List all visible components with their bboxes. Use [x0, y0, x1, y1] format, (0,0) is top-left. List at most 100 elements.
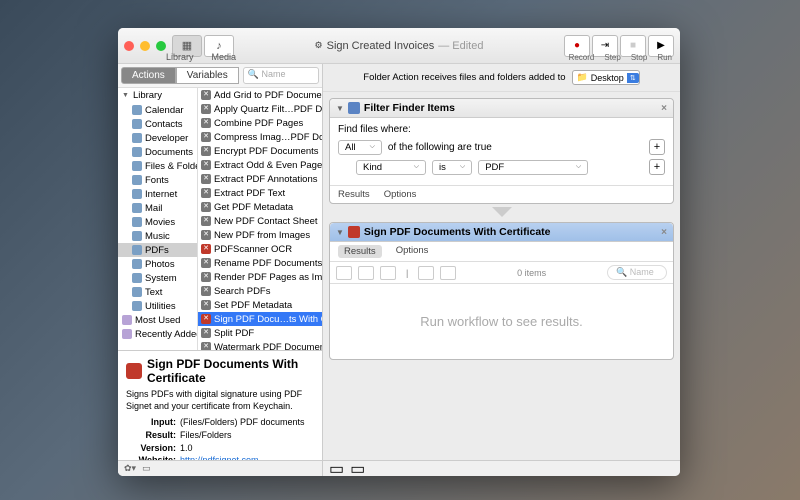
- is-dropdown[interactable]: is⌵: [432, 160, 472, 175]
- action-item[interactable]: ✕Rename PDF Documents: [198, 256, 322, 270]
- type-dropdown[interactable]: PDF⌵: [478, 160, 588, 175]
- add-row-button[interactable]: +: [649, 159, 665, 175]
- of-following-label: of the following are true: [388, 142, 492, 153]
- library-item[interactable]: Music: [118, 229, 197, 243]
- library-root[interactable]: Library: [133, 90, 162, 101]
- list-view-button[interactable]: [358, 266, 374, 280]
- document-icon: ⚙: [315, 40, 323, 51]
- action-item[interactable]: ✕Render PDF Pages as Images: [198, 270, 322, 284]
- library-item[interactable]: PDFs: [118, 243, 197, 257]
- action-item[interactable]: ✕Extract Odd & Even Pages: [198, 158, 322, 172]
- title-text: Sign Created Invoices: [327, 40, 435, 52]
- options-tab[interactable]: Options: [384, 189, 417, 200]
- results-search[interactable]: 🔍 Name: [607, 265, 667, 280]
- step-label: Step: [604, 53, 620, 62]
- icon-view-button[interactable]: [336, 266, 352, 280]
- zoom-button[interactable]: [156, 41, 166, 51]
- detail-title: Sign PDF Documents With Certificate: [147, 357, 314, 385]
- most-used[interactable]: Most Used: [135, 315, 180, 326]
- results-tab[interactable]: Results: [338, 189, 370, 200]
- action-title: Filter Finder Items: [364, 102, 455, 114]
- action-item[interactable]: ✕Extract PDF Annotations: [198, 172, 322, 186]
- library-item[interactable]: Movies: [118, 215, 197, 229]
- action-item[interactable]: ✕Watermark PDF Documents: [198, 340, 322, 350]
- window-title: ⚙ Sign Created Invoices — Edited: [315, 40, 484, 52]
- library-panel: Actions Variables 🔍 Name ▼ Library Calend…: [118, 64, 323, 476]
- action-item[interactable]: ✕Add Grid to PDF Documents: [198, 88, 322, 102]
- pdf-signet-icon: [348, 226, 360, 238]
- action-item[interactable]: ✕Get PDF Metadata: [198, 200, 322, 214]
- action-item[interactable]: ✕Combine PDF Pages: [198, 116, 322, 130]
- library-search[interactable]: 🔍 Name: [243, 67, 319, 84]
- action-item[interactable]: ✕Set PDF Metadata: [198, 298, 322, 312]
- action-item[interactable]: ✕Compress Imag…PDF Documents: [198, 130, 322, 144]
- actions-segment[interactable]: Actions: [121, 67, 176, 84]
- minimize-button[interactable]: [140, 41, 150, 51]
- add-condition-button[interactable]: +: [649, 139, 665, 155]
- folder-dropdown[interactable]: 📁 Desktop ⇅: [572, 70, 640, 85]
- library-item[interactable]: System: [118, 271, 197, 285]
- workflow-footer: ▭ ▭: [323, 460, 680, 476]
- recently-added[interactable]: Recently Added: [135, 329, 198, 340]
- action-item[interactable]: ✕Split PDF: [198, 326, 322, 340]
- action-item[interactable]: ✕Apply Quartz Filt…PDF Documents: [198, 102, 322, 116]
- all-dropdown[interactable]: All⌵: [338, 140, 382, 155]
- workflow-view-button[interactable]: ▭: [350, 459, 365, 477]
- library-tab-label: Library: [166, 52, 194, 62]
- library-item[interactable]: Utilities: [118, 299, 197, 313]
- action-item[interactable]: ✕New PDF Contact Sheet: [198, 214, 322, 228]
- remove-action-button[interactable]: ×: [661, 103, 667, 114]
- library-item[interactable]: Calendar: [118, 103, 197, 117]
- library-item[interactable]: Internet: [118, 187, 197, 201]
- finder-icon: [348, 102, 360, 114]
- gear-icon[interactable]: ✿▾: [124, 463, 136, 474]
- action-item[interactable]: ✕Search PDFs: [198, 284, 322, 298]
- log-button[interactable]: ▭: [329, 459, 344, 477]
- disclosure-icon[interactable]: ▼: [336, 104, 344, 113]
- library-item[interactable]: Documents: [118, 145, 197, 159]
- options-tab[interactable]: Options: [396, 245, 429, 258]
- dropdown-arrow-icon: ⇅: [627, 73, 639, 83]
- library-item[interactable]: Developer: [118, 131, 197, 145]
- library-item[interactable]: Photos: [118, 257, 197, 271]
- detail-version: 1.0: [180, 442, 193, 455]
- library-category-list[interactable]: ▼ Library CalendarContactsDeveloperDocume…: [118, 88, 198, 350]
- detail-desc: Signs PDFs with digital signature using …: [126, 389, 314, 412]
- library-item[interactable]: Files & Folders: [118, 159, 197, 173]
- run-label: Run: [657, 53, 672, 62]
- action-item[interactable]: ✕Sign PDF Docu…ts With Certificate: [198, 312, 322, 326]
- path-view-button[interactable]: [418, 266, 434, 280]
- folder-action-text: Folder Action receives files and folders…: [363, 72, 565, 83]
- media-tab-label: Media: [212, 52, 237, 62]
- action-item[interactable]: ✕Extract PDF Text: [198, 186, 322, 200]
- expand-icon[interactable]: ▭: [142, 463, 151, 474]
- results-tab[interactable]: Results: [338, 245, 382, 258]
- library-item[interactable]: Text: [118, 285, 197, 299]
- disclosure-icon[interactable]: ▼: [336, 228, 344, 237]
- folder-action-bar: Folder Action receives files and folders…: [323, 64, 680, 92]
- column-view-button[interactable]: [380, 266, 396, 280]
- folder-icon: 📁: [577, 72, 588, 83]
- library-item[interactable]: Contacts: [118, 117, 197, 131]
- kind-dropdown[interactable]: Kind⌵: [356, 160, 426, 175]
- empty-results-message: Run workflow to see results.: [330, 284, 673, 359]
- library-item[interactable]: Fonts: [118, 173, 197, 187]
- action-item[interactable]: ✕Encrypt PDF Documents: [198, 144, 322, 158]
- traffic-lights: [124, 41, 166, 51]
- item-count: 0 items: [517, 268, 546, 278]
- workflow-area[interactable]: ▼ Filter Finder Items × Find files where…: [323, 92, 680, 460]
- variables-segment[interactable]: Variables: [176, 67, 239, 84]
- library-item[interactable]: Mail: [118, 201, 197, 215]
- action-detail-pane: Sign PDF Documents With Certificate Sign…: [118, 350, 322, 460]
- actions-list[interactable]: ✕Add Grid to PDF Documents✕Apply Quartz …: [198, 88, 322, 350]
- record-label: Record: [569, 53, 595, 62]
- action-item[interactable]: ✕PDFScanner OCR: [198, 242, 322, 256]
- user-view-button[interactable]: [440, 266, 456, 280]
- remove-action-button[interactable]: ×: [661, 227, 667, 238]
- action-item[interactable]: ✕New PDF from Images: [198, 228, 322, 242]
- connector-icon: [492, 207, 512, 217]
- close-button[interactable]: [124, 41, 134, 51]
- edited-indicator: — Edited: [438, 40, 483, 52]
- find-where-label: Find files where:: [338, 124, 665, 135]
- disclosure-icon[interactable]: ▼: [122, 92, 129, 99]
